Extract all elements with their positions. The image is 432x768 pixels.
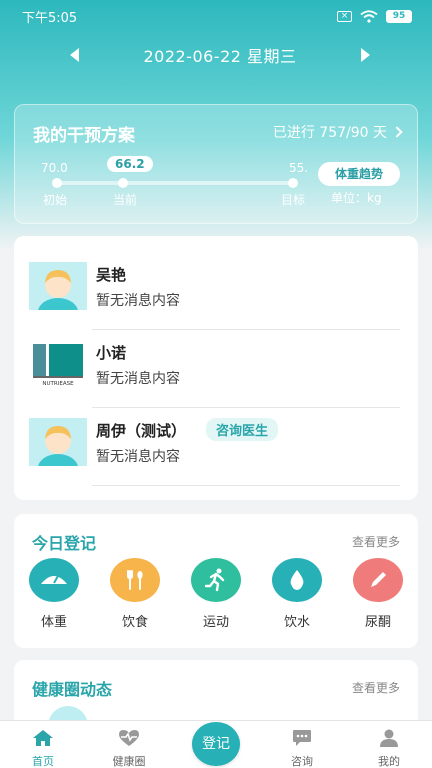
intervention-plan-card[interactable]: 我的干预方案 已进行 757/90 天 70.0 66.2 55. 初始 当前 … (14, 104, 418, 224)
tab-health-circle[interactable]: 健康圈 (99, 729, 159, 768)
tab-profile[interactable]: 我的 (359, 729, 419, 768)
message-preview: 暂无消息内容 (96, 293, 180, 309)
tab-label: 健康圈 (112, 755, 146, 768)
unit-label: 单位：kg (331, 191, 382, 205)
target-dot (288, 178, 298, 188)
water-drop-icon (272, 558, 322, 602)
section-title: 健康圈动态 (32, 680, 113, 699)
battery-icon: 95 (386, 9, 412, 23)
tab-label: 我的 (378, 755, 400, 768)
tab-label: 咨询 (291, 755, 313, 768)
person-avatar (29, 418, 87, 466)
record-diet-button[interactable]: 饮食 (105, 558, 165, 638)
status-time: 下午5:05 (22, 10, 78, 26)
view-more-link[interactable]: 查看更多 (352, 679, 400, 696)
wifi-icon (360, 9, 378, 23)
current-label: 当前 (113, 193, 138, 207)
date-navigator: 2022-06-22 星期三 (0, 38, 432, 72)
weight-trend-button[interactable]: 体重趋势 (318, 162, 400, 186)
record-label: 尿酮 (364, 615, 391, 630)
start-dot (52, 178, 62, 188)
list-item[interactable]: NUTRIEASE 小诺 暂无消息内容 (14, 330, 418, 408)
next-day-arrow-icon[interactable] (360, 48, 370, 62)
start-weight-value: 70.0 (41, 161, 68, 175)
contact-name: 周伊（测试） (96, 422, 187, 440)
running-icon (191, 558, 241, 602)
prev-day-arrow-icon[interactable] (70, 48, 79, 62)
record-label: 体重 (40, 615, 67, 630)
record-label: 运动 (202, 615, 229, 630)
consult-doctor-tag[interactable]: 咨询医生 (206, 418, 279, 441)
current-dot (118, 178, 129, 188)
message-list: 吴艳 暂无消息内容 NUTRIEASE 小诺 暂无消息内容 周伊（测试） 咨询医… (14, 236, 418, 500)
contact-name: 小诺 (96, 344, 127, 362)
logo-text: NUTRIEASE (42, 381, 74, 387)
person-avatar (29, 262, 87, 310)
contact-name: 吴艳 (96, 266, 127, 284)
chat-icon (293, 730, 311, 746)
plan-progress-text: 已进行 757/90 天 (272, 125, 387, 141)
record-ketone-button[interactable]: 尿酮 (348, 558, 408, 638)
record-label: 饮食 (121, 615, 148, 630)
scale-icon (29, 558, 79, 602)
target-label: 目标 (281, 193, 306, 207)
status-bar: 下午5:05 × 95 (0, 0, 432, 32)
home-icon (33, 730, 53, 746)
target-weight-value: 55. (289, 161, 309, 175)
pencil-icon (353, 558, 403, 602)
today-registration-card: 今日登记 查看更多 体重 饮食 运动 饮水 尿酮 (14, 514, 418, 648)
tab-home[interactable]: 首页 (13, 729, 73, 768)
plan-title: 我的干预方案 (33, 126, 135, 146)
start-label: 初始 (43, 193, 68, 207)
message-preview: 暂无消息内容 (96, 449, 180, 465)
tab-consult[interactable]: 咨询 (272, 729, 332, 768)
record-weight-button[interactable]: 体重 (24, 558, 84, 638)
current-date[interactable]: 2022-06-22 星期三 (143, 43, 296, 67)
heart-pulse-icon (119, 730, 139, 746)
view-more-link[interactable]: 查看更多 (352, 533, 400, 550)
divider (92, 485, 400, 486)
user-icon (380, 729, 398, 747)
notification-x-icon: × (337, 10, 352, 22)
message-preview: 暂无消息内容 (96, 371, 180, 387)
nutriease-logo: NUTRIEASE (29, 340, 87, 388)
tab-label: 首页 (32, 755, 54, 768)
section-title: 今日登记 (32, 534, 97, 553)
chevron-right-icon (391, 126, 403, 138)
list-item[interactable]: 吴艳 暂无消息内容 (14, 252, 418, 330)
record-exercise-button[interactable]: 运动 (186, 558, 246, 638)
list-item[interactable]: 周伊（测试） 咨询医生 暂无消息内容 (14, 408, 418, 486)
weight-progress-track (52, 178, 298, 188)
cutlery-icon (110, 558, 160, 602)
plan-progress-link[interactable]: 已进行 757/90 天 (272, 122, 403, 142)
status-icons: × 95 (337, 9, 412, 23)
record-water-button[interactable]: 饮水 (267, 558, 327, 638)
register-button[interactable]: 登记 (192, 722, 240, 766)
current-weight-value: 66.2 (107, 156, 153, 172)
record-label: 饮水 (283, 615, 310, 630)
